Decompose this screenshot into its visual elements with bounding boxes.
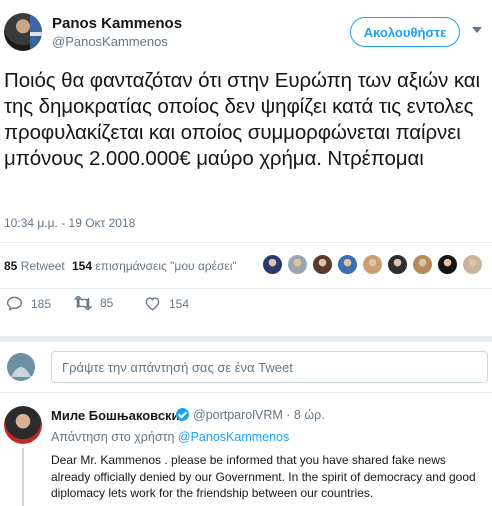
retweet-icon: [74, 296, 92, 310]
retweet-count: 85: [100, 296, 114, 310]
liker-avatar[interactable]: [412, 254, 433, 275]
avatar: [7, 353, 35, 381]
likes-stat-label: επισημάνσεις "μου αρέσει": [95, 259, 237, 273]
liker-avatar[interactable]: [337, 254, 358, 275]
thread-line: [22, 448, 24, 506]
tweet-text: Ποιός θα φανταζόταν ότι στην Ευρώπη των …: [4, 69, 480, 170]
like-button[interactable]: 154: [144, 296, 189, 311]
likes-stat-count: 154: [72, 259, 93, 273]
retweet-stat-count: 85: [4, 259, 18, 273]
section-separator: [0, 336, 492, 342]
liker-avatar[interactable]: [262, 254, 283, 275]
author-display-name[interactable]: Panos Kammenos: [52, 15, 182, 32]
reply-composer: [0, 351, 492, 383]
flag-decoration: [30, 13, 42, 51]
replying-to-prefix: Απάντηση στο χρήστη: [51, 430, 175, 444]
chevron-down-icon[interactable]: [472, 27, 482, 33]
likes-stat[interactable]: 154 επισημάνσεις "μου αρέσει": [72, 259, 237, 273]
divider: [0, 288, 492, 289]
reply-button[interactable]: 185: [6, 296, 51, 311]
reply-tweet-text: Dear Mr. Kammenos . please be informed t…: [51, 453, 476, 500]
author-handle[interactable]: @PanosKammenos: [52, 34, 168, 49]
default-avatar-icon: [7, 353, 35, 381]
retweet-button[interactable]: 85: [74, 296, 113, 310]
reply-author-handle[interactable]: @portparolVRM · 8 ώρ.: [193, 408, 325, 422]
reply-tweet[interactable]: Миле Бошњаковски @portparolVRM · 8 ώρ. Α…: [0, 400, 492, 506]
avatar[interactable]: [4, 406, 42, 444]
retweet-stat[interactable]: 85 Retweet: [4, 259, 65, 273]
avatar[interactable]: [4, 13, 42, 51]
liker-avatar[interactable]: [462, 254, 483, 275]
follow-button[interactable]: Ακολουθήστε: [350, 17, 460, 47]
liker-avatar[interactable]: [362, 254, 383, 275]
liker-avatar[interactable]: [437, 254, 458, 275]
liker-avatar[interactable]: [312, 254, 333, 275]
replying-to-link[interactable]: @PanosKammenos: [178, 430, 289, 444]
liker-avatar[interactable]: [387, 254, 408, 275]
retweet-stat-label: Retweet: [20, 259, 65, 273]
tweet-timestamp[interactable]: 10:34 μ.μ. - 19 Οκτ 2018: [4, 216, 135, 230]
heart-icon: [145, 297, 160, 311]
tweet-header: Panos Kammenos @PanosKammenos Ακολουθήστ…: [0, 0, 492, 60]
verified-badge-icon: [176, 408, 189, 421]
reply-author-name[interactable]: Миле Бошњаковски: [51, 408, 180, 423]
tweet-actions: 185 85 154: [0, 292, 492, 320]
reply-input[interactable]: [51, 351, 488, 383]
reply-count: 185: [31, 296, 52, 311]
liker-avatar[interactable]: [287, 254, 308, 275]
replying-to: Απάντηση στο χρήστη @PanosKammenos: [51, 430, 289, 444]
divider: [0, 242, 492, 243]
like-count: 154: [169, 296, 190, 311]
tweet-stats: 85 Retweet 154 επισημάνσεις "μου αρέσει": [0, 246, 492, 286]
divider: [0, 392, 492, 393]
reply-icon: [6, 296, 23, 311]
